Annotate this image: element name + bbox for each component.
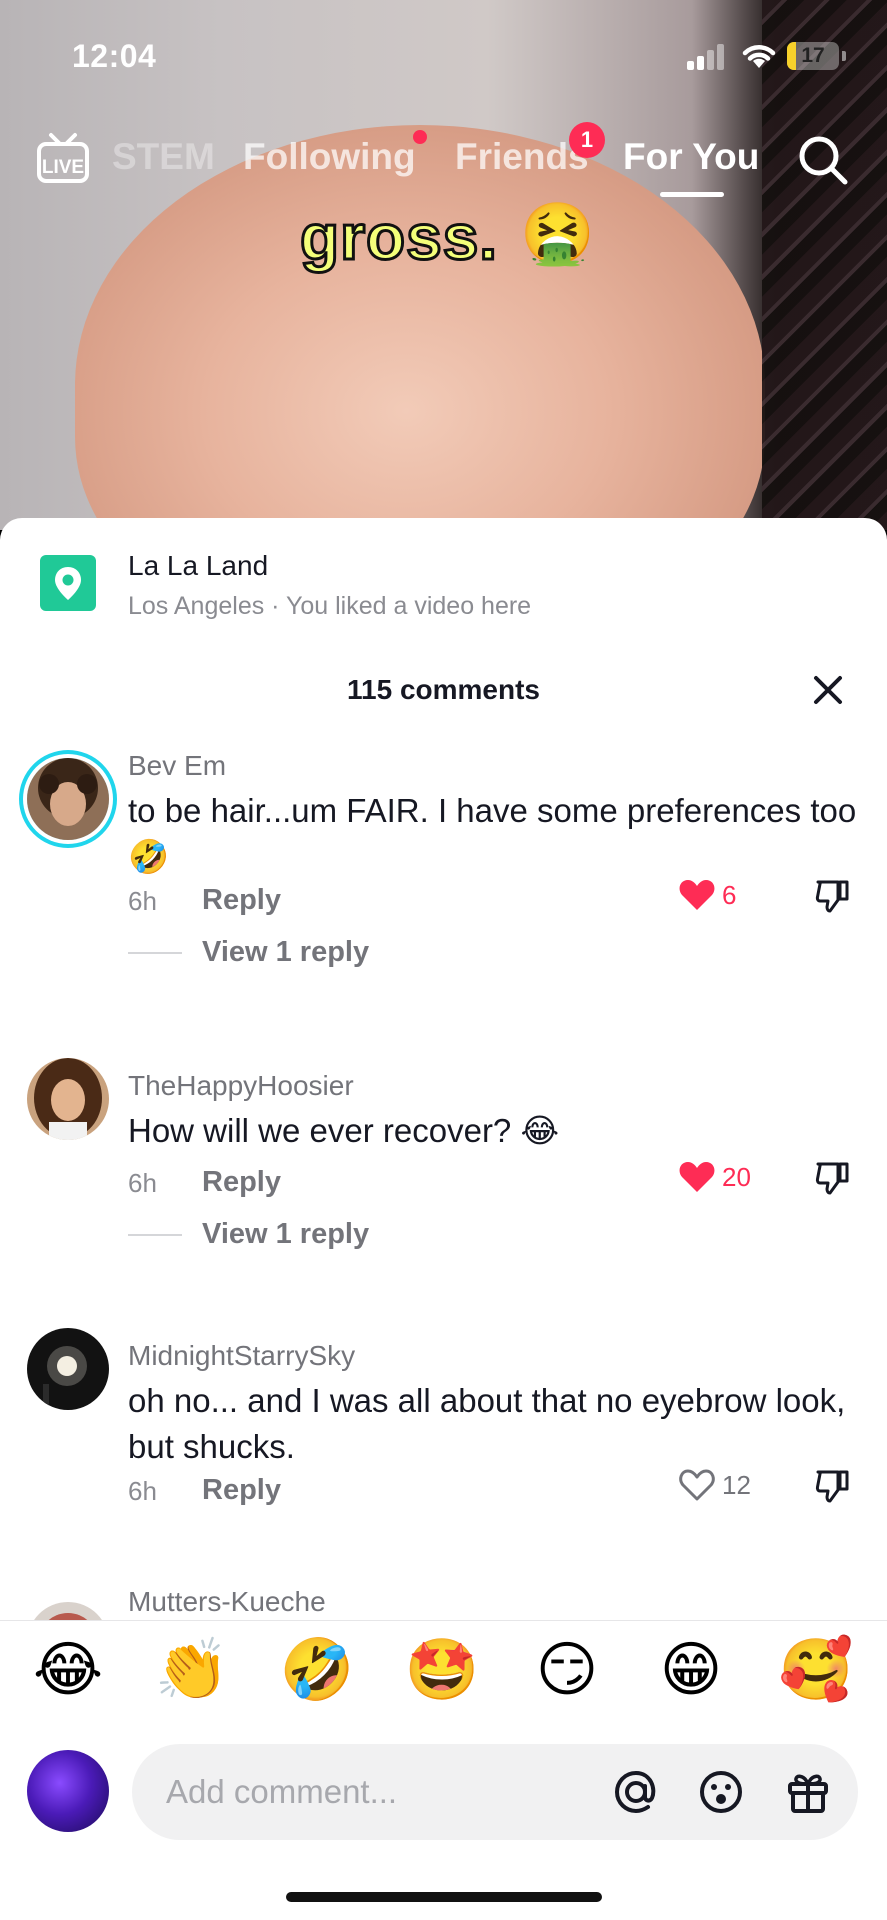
location-subtitle: Los Angeles · You liked a video here bbox=[128, 592, 532, 620]
battery-icon: 17 bbox=[787, 42, 839, 70]
comments-sheet: La La Land Los Angeles · You liked a vid… bbox=[0, 518, 887, 1920]
location-title: La La Land bbox=[128, 550, 269, 581]
wifi-icon bbox=[742, 45, 776, 68]
heart-filled-icon bbox=[679, 1162, 715, 1192]
live-tv-icon[interactable]: LIVE bbox=[36, 132, 90, 184]
view-replies-label: View 1 reply bbox=[202, 1218, 370, 1250]
reply-button[interactable]: Reply bbox=[202, 1474, 281, 1507]
emoji-button[interactable]: 🤣 bbox=[277, 1635, 357, 1705]
comment-text: How will we ever recover? 😂 bbox=[128, 1112, 560, 1149]
emoji-button[interactable]: 😏 bbox=[527, 1635, 607, 1705]
emoji-button[interactable]: 🥰 bbox=[776, 1635, 856, 1705]
gift-icon[interactable] bbox=[782, 1766, 834, 1818]
comment-time: 6h bbox=[128, 1168, 157, 1198]
comments-count: 115 comments bbox=[347, 674, 540, 705]
like-button[interactable]: 12 bbox=[678, 1468, 751, 1502]
comment-input[interactable] bbox=[166, 1768, 596, 1816]
avatar[interactable] bbox=[27, 1058, 109, 1140]
reply-button[interactable]: Reply bbox=[202, 1166, 281, 1199]
cellular-signal-icon bbox=[687, 44, 727, 70]
comment-composer bbox=[0, 1720, 887, 1840]
live-label: LIVE bbox=[42, 157, 84, 178]
video-caption-emoji: 🤮 bbox=[520, 200, 595, 267]
comment-text: oh no... and I was all about that no eye… bbox=[128, 1382, 846, 1465]
comment-username[interactable]: Bev Em bbox=[128, 750, 226, 782]
quick-emoji-bar: 😂 👏 🤣 🤩 😏 😁 🥰 bbox=[0, 1620, 887, 1720]
like-count: 6 bbox=[722, 879, 737, 910]
battery-level: 17 bbox=[801, 44, 825, 67]
friends-badge: 1 bbox=[569, 122, 605, 158]
home-indicator[interactable] bbox=[286, 1892, 602, 1902]
comment-username[interactable]: MidnightStarrySky bbox=[128, 1340, 355, 1372]
comment-username[interactable]: TheHappyHoosier bbox=[128, 1070, 354, 1102]
comment-username[interactable]: Mutters-Kueche bbox=[128, 1586, 326, 1618]
active-tab-indicator bbox=[660, 192, 724, 197]
avatar[interactable] bbox=[27, 1328, 109, 1410]
comment-item: Mutters-Kueche bbox=[0, 1586, 887, 1620]
tab-following[interactable]: Following bbox=[243, 136, 416, 178]
view-replies-button[interactable]: View 1 reply bbox=[128, 936, 369, 969]
comment-input-container[interactable] bbox=[132, 1744, 858, 1840]
video-caption: gross. bbox=[298, 200, 499, 275]
emoji-button[interactable]: 😁 bbox=[651, 1635, 731, 1705]
emoji-button[interactable]: 👏 bbox=[152, 1635, 232, 1705]
dislike-icon[interactable] bbox=[814, 1160, 850, 1196]
avatar[interactable] bbox=[27, 758, 109, 840]
comment-time: 6h bbox=[128, 1476, 157, 1506]
tab-for-you[interactable]: For You bbox=[623, 136, 759, 178]
view-replies-button[interactable]: View 1 reply bbox=[128, 1218, 369, 1251]
close-icon[interactable] bbox=[810, 672, 846, 708]
emoji-icon[interactable] bbox=[695, 1766, 747, 1818]
at-icon[interactable] bbox=[610, 1766, 662, 1818]
like-count: 20 bbox=[722, 1161, 751, 1192]
search-icon[interactable] bbox=[795, 132, 851, 188]
avatar[interactable] bbox=[27, 1602, 109, 1620]
location-banner[interactable]: La La Land Los Angeles · You liked a vid… bbox=[0, 518, 887, 638]
dislike-icon[interactable] bbox=[814, 1468, 850, 1504]
top-navigation: LIVE STEM Following Friends 1 For You bbox=[0, 120, 887, 200]
emoji-button[interactable]: 😂 bbox=[28, 1635, 108, 1705]
status-bar: 12:04 17 bbox=[0, 0, 887, 110]
status-time: 12:04 bbox=[72, 38, 157, 74]
location-pin-icon bbox=[40, 555, 96, 611]
comment-time: 6h bbox=[128, 886, 157, 916]
like-button[interactable]: 20 bbox=[678, 1160, 751, 1194]
emoji-button[interactable]: 🤩 bbox=[402, 1635, 482, 1705]
view-replies-label: View 1 reply bbox=[202, 936, 370, 968]
tab-stem[interactable]: STEM bbox=[112, 136, 215, 178]
like-count: 12 bbox=[722, 1469, 751, 1500]
comment-text: to be hair...um FAIR. I have some prefer… bbox=[128, 792, 857, 875]
like-button[interactable]: 6 bbox=[678, 878, 736, 912]
following-notification-dot bbox=[413, 130, 427, 144]
reply-button[interactable]: Reply bbox=[202, 884, 281, 917]
heart-outline-icon bbox=[679, 1469, 715, 1501]
my-avatar[interactable] bbox=[27, 1750, 109, 1832]
comments-header: 115 comments bbox=[0, 668, 887, 718]
heart-filled-icon bbox=[679, 880, 715, 910]
dislike-icon[interactable] bbox=[814, 878, 850, 914]
